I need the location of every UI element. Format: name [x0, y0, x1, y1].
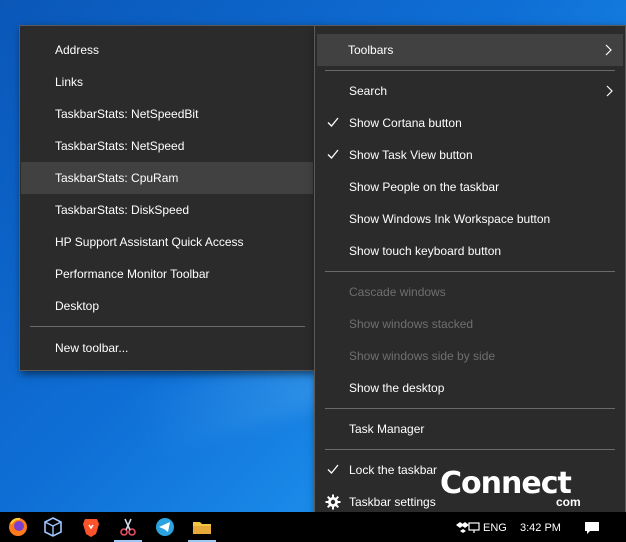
- menu-separator: [325, 271, 615, 272]
- menu-item-netspeed[interactable]: TaskbarStats: NetSpeed: [21, 130, 314, 162]
- menu-item-label: Task Manager: [349, 422, 425, 436]
- menu-item-task-manager[interactable]: Task Manager: [316, 413, 624, 445]
- checkmark-icon: [327, 149, 339, 159]
- menu-item-label: Show Windows Ink Workspace button: [349, 212, 551, 226]
- menu-item-label: New toolbar...: [55, 341, 129, 355]
- menu-item-label: Lock the taskbar: [349, 463, 438, 477]
- menu-separator: [30, 326, 305, 327]
- menu-item-label: Links: [55, 75, 84, 89]
- notification-center-icon[interactable]: [584, 521, 600, 535]
- menu-item-label: Show Task View button: [349, 148, 473, 162]
- menu-item-label: Show windows stacked: [349, 317, 474, 331]
- menu-item-show-touch-keyboard[interactable]: Show touch keyboard button: [316, 235, 624, 267]
- firefox-icon[interactable]: [6, 515, 30, 539]
- telegram-icon[interactable]: [153, 515, 177, 539]
- menu-item-label: Show the desktop: [349, 381, 445, 395]
- file-explorer-icon[interactable]: [190, 515, 214, 539]
- chevron-right-icon: [605, 44, 612, 56]
- menu-item-label: Cascade windows: [349, 285, 446, 299]
- menu-item-label: Show People on the taskbar: [349, 180, 500, 194]
- menu-item-label: TaskbarStats: NetSpeed: [55, 139, 185, 153]
- watermark-suffix: com: [556, 495, 581, 509]
- menu-item-label: Show touch keyboard button: [349, 244, 502, 258]
- menu-item-diskspeed[interactable]: TaskbarStats: DiskSpeed: [21, 194, 314, 226]
- menu-separator: [325, 449, 615, 450]
- menu-item-label: HP Support Assistant Quick Access: [55, 235, 244, 249]
- menu-item-label: Show windows side by side: [349, 349, 496, 363]
- menu-item-label: TaskbarStats: NetSpeedBit: [55, 107, 199, 121]
- taskbar: ENG 3:42 PM: [0, 512, 626, 542]
- menu-item-show-task-view[interactable]: Show Task View button: [316, 139, 624, 171]
- menu-item-address[interactable]: Address: [21, 34, 314, 66]
- menu-item-label: Address: [55, 43, 100, 57]
- menu-item-performance-monitor[interactable]: Performance Monitor Toolbar: [21, 258, 314, 290]
- checkmark-icon: [327, 117, 339, 127]
- toolbars-submenu: Address Links TaskbarStats: NetSpeedBit …: [19, 25, 316, 371]
- menu-item-label: Performance Monitor Toolbar: [55, 267, 210, 281]
- language-indicator[interactable]: ENG: [483, 522, 507, 534]
- snipping-tool-icon[interactable]: [116, 515, 140, 539]
- menu-item-show-cortana[interactable]: Show Cortana button: [316, 107, 624, 139]
- menu-item-links[interactable]: Links: [21, 66, 314, 98]
- menu-item-label: Desktop: [55, 299, 100, 313]
- menu-item-new-toolbar[interactable]: New toolbar...: [21, 332, 314, 364]
- menu-item-windows-stacked: Show windows stacked: [316, 308, 624, 340]
- network-icon[interactable]: [468, 520, 484, 534]
- taskbar-context-menu: Toolbars Search Show Cortana button Show…: [314, 25, 626, 526]
- menu-item-label: Search: [349, 84, 388, 98]
- virtualbox-icon[interactable]: [41, 515, 65, 539]
- menu-separator: [325, 70, 615, 71]
- menu-item-netspeedbit[interactable]: TaskbarStats: NetSpeedBit: [21, 98, 314, 130]
- menu-item-windows-side-by-side: Show windows side by side: [316, 340, 624, 372]
- menu-item-label: Show Cortana button: [349, 116, 462, 130]
- menu-separator: [325, 408, 615, 409]
- menu-item-show-desktop[interactable]: Show the desktop: [316, 372, 624, 404]
- menu-item-show-people[interactable]: Show People on the taskbar: [316, 171, 624, 203]
- menu-item-search[interactable]: Search: [316, 75, 624, 107]
- menu-item-label: TaskbarStats: DiskSpeed: [55, 203, 190, 217]
- checkmark-icon: [327, 464, 339, 474]
- connect-watermark-logo: Connect com: [440, 466, 590, 516]
- chevron-right-icon: [606, 85, 613, 97]
- menu-item-cpuram[interactable]: TaskbarStats: CpuRam: [21, 162, 313, 194]
- clock[interactable]: 3:42 PM: [520, 522, 561, 534]
- menu-item-hp-support[interactable]: HP Support Assistant Quick Access: [21, 226, 314, 258]
- brave-icon[interactable]: [79, 515, 103, 539]
- menu-item-cascade-windows: Cascade windows: [316, 276, 624, 308]
- menu-item-show-ink-workspace[interactable]: Show Windows Ink Workspace button: [316, 203, 624, 235]
- menu-item-toolbars[interactable]: Toolbars: [317, 34, 623, 66]
- menu-item-label: Toolbars: [348, 43, 394, 57]
- menu-item-label: Taskbar settings: [349, 495, 436, 509]
- menu-item-desktop[interactable]: Desktop: [21, 290, 314, 322]
- watermark-text: Connect: [440, 466, 572, 501]
- menu-item-label: TaskbarStats: CpuRam: [55, 171, 179, 185]
- gear-icon: [325, 494, 341, 510]
